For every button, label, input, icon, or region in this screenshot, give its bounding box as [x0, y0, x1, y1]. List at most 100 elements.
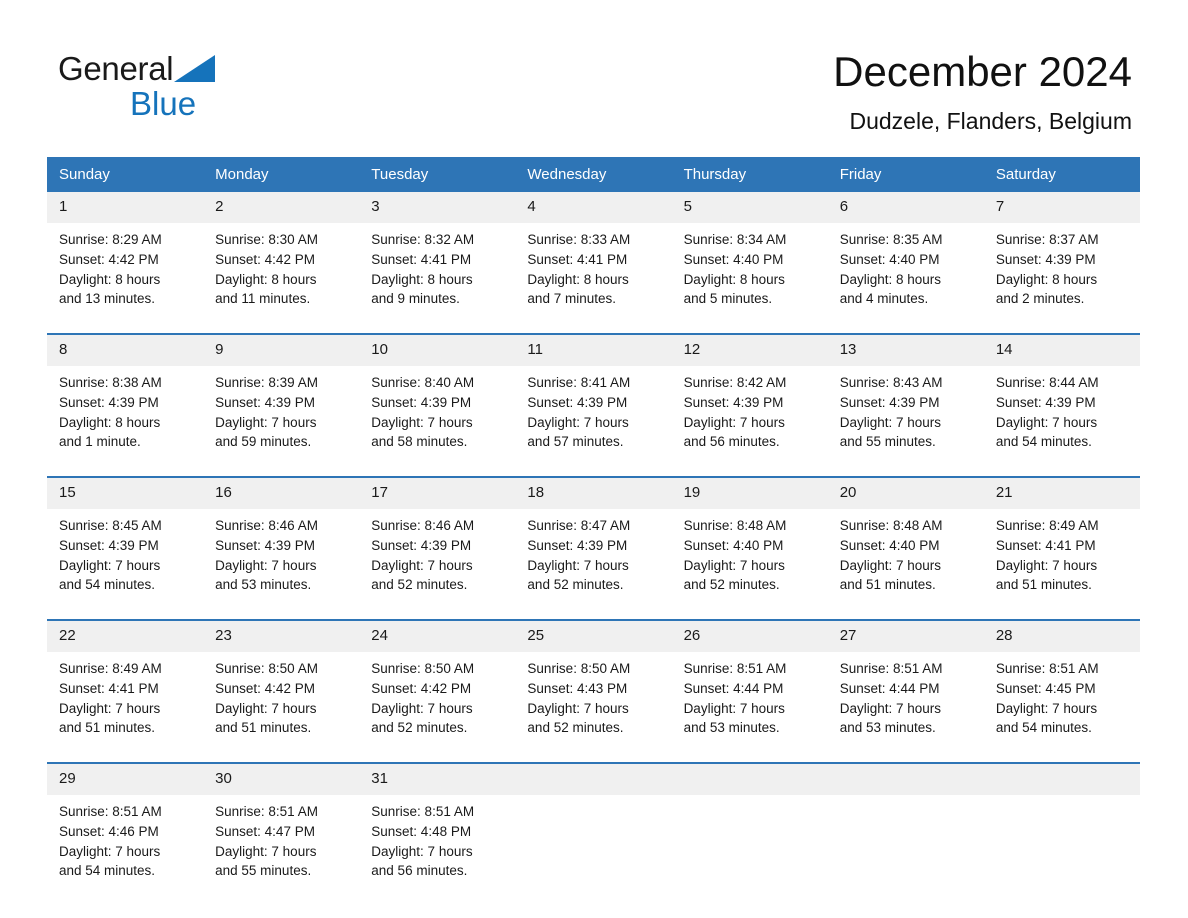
weekday-header-friday: Friday	[827, 157, 984, 192]
daylight-text-line1: Daylight: 8 hours	[839, 271, 942, 287]
week-gap	[47, 745, 1140, 762]
day-number[interactable]: 8	[47, 335, 204, 366]
sunset-text: Sunset: 4:47 PM	[215, 823, 315, 839]
daylight-text-line2: and 53 minutes.	[215, 577, 312, 593]
week-4-daynum-row: 22 23 24 25 26 27 28	[47, 621, 1140, 652]
day-number[interactable]: 12	[671, 335, 828, 366]
logo-word-blue: Blue	[130, 85, 197, 122]
day-number[interactable]: 5	[671, 192, 828, 223]
day-number[interactable]: 4	[515, 192, 672, 223]
daylight-text-line1: Daylight: 7 hours	[683, 414, 785, 430]
daylight-text-line1: Daylight: 7 hours	[839, 557, 942, 573]
sunset-text: Sunset: 4:39 PM	[995, 394, 1096, 410]
daylight-text-line2: and 54 minutes.	[59, 863, 156, 879]
day-cell: Sunrise: 8:51 AM Sunset: 4:45 PM Dayligh…	[983, 652, 1140, 745]
logo-word-general: General	[58, 50, 174, 87]
title-block: December 2024 Dudzele, Flanders, Belgium	[833, 48, 1132, 135]
sunset-text: Sunset: 4:39 PM	[527, 394, 628, 410]
daylight-text-line2: and 4 minutes.	[839, 291, 929, 307]
week-2-daynum-row: 8 9 10 11 12 13 14	[47, 335, 1140, 366]
day-number[interactable]: 26	[671, 621, 828, 652]
general-blue-logo[interactable]: General Blue	[58, 52, 258, 124]
day-number[interactable]: 10	[359, 335, 516, 366]
day-number[interactable]: 18	[515, 478, 672, 509]
empty-day-cell	[827, 795, 984, 888]
daylight-text-line2: and 52 minutes.	[527, 720, 624, 736]
sunrise-text: Sunrise: 8:47 AM	[527, 518, 631, 533]
day-number[interactable]: 1	[47, 192, 204, 223]
day-number[interactable]: 21	[983, 478, 1140, 509]
calendar-body: 1 2 3 4 5 6 7 Sunrise: 8:29 AM Sunset: 4…	[47, 192, 1140, 888]
day-number[interactable]: 24	[359, 621, 516, 652]
sunset-text: Sunset: 4:39 PM	[215, 537, 315, 553]
day-number[interactable]: 27	[827, 621, 984, 652]
day-number[interactable]: 15	[47, 478, 204, 509]
daylight-text-line1: Daylight: 8 hours	[59, 271, 161, 287]
daylight-text-line1: Daylight: 7 hours	[527, 414, 629, 430]
daylight-text-line2: and 5 minutes.	[683, 291, 773, 307]
sunrise-text: Sunrise: 8:48 AM	[683, 518, 787, 533]
daylight-text-line2: and 59 minutes.	[215, 434, 312, 450]
day-number[interactable]: 7	[983, 192, 1140, 223]
day-cell: Sunrise: 8:32 AM Sunset: 4:41 PM Dayligh…	[359, 223, 516, 316]
sunset-text: Sunset: 4:39 PM	[59, 537, 159, 553]
day-number[interactable]: 25	[515, 621, 672, 652]
sunset-text: Sunset: 4:40 PM	[683, 537, 784, 553]
day-number[interactable]: 17	[359, 478, 516, 509]
day-number[interactable]: 31	[359, 764, 516, 795]
day-cell: Sunrise: 8:51 AM Sunset: 4:46 PM Dayligh…	[47, 795, 204, 888]
day-cell: Sunrise: 8:38 AM Sunset: 4:39 PM Dayligh…	[47, 366, 204, 459]
daylight-text-line1: Daylight: 7 hours	[839, 414, 942, 430]
day-number[interactable]: 13	[827, 335, 984, 366]
sunrise-text: Sunrise: 8:50 AM	[371, 661, 475, 676]
day-number[interactable]: 14	[983, 335, 1140, 366]
day-number[interactable]: 20	[827, 478, 984, 509]
sunrise-text: Sunrise: 8:33 AM	[527, 232, 631, 247]
empty-day-number	[983, 764, 1140, 795]
day-cell: Sunrise: 8:29 AM Sunset: 4:42 PM Dayligh…	[47, 223, 204, 316]
sunset-text: Sunset: 4:39 PM	[371, 537, 472, 553]
day-cell: Sunrise: 8:49 AM Sunset: 4:41 PM Dayligh…	[983, 509, 1140, 602]
daylight-text-line1: Daylight: 8 hours	[371, 271, 473, 287]
sunrise-text: Sunrise: 8:41 AM	[527, 375, 631, 390]
sunrise-text: Sunrise: 8:49 AM	[995, 518, 1099, 533]
day-number[interactable]: 6	[827, 192, 984, 223]
week-gap	[47, 602, 1140, 619]
sunrise-text: Sunrise: 8:37 AM	[995, 232, 1099, 247]
day-number[interactable]: 9	[203, 335, 360, 366]
day-number[interactable]: 29	[47, 764, 204, 795]
weekday-header-wednesday: Wednesday	[515, 157, 672, 192]
daylight-text-line2: and 55 minutes.	[839, 434, 936, 450]
daylight-text-line2: and 55 minutes.	[215, 863, 312, 879]
week-gap	[47, 316, 1140, 333]
day-cell: Sunrise: 8:42 AM Sunset: 4:39 PM Dayligh…	[671, 366, 828, 459]
day-cell: Sunrise: 8:51 AM Sunset: 4:44 PM Dayligh…	[827, 652, 984, 745]
day-number[interactable]: 3	[359, 192, 516, 223]
day-number[interactable]: 19	[671, 478, 828, 509]
sunset-text: Sunset: 4:48 PM	[371, 823, 472, 839]
day-number[interactable]: 28	[983, 621, 1140, 652]
day-cell: Sunrise: 8:49 AM Sunset: 4:41 PM Dayligh…	[47, 652, 204, 745]
sunset-text: Sunset: 4:39 PM	[371, 394, 472, 410]
daylight-text-line2: and 13 minutes.	[59, 291, 156, 307]
sunrise-text: Sunrise: 8:45 AM	[59, 518, 162, 533]
daylight-text-line1: Daylight: 7 hours	[59, 557, 161, 573]
day-number[interactable]: 30	[203, 764, 360, 795]
sunrise-text: Sunrise: 8:34 AM	[683, 232, 787, 247]
daylight-text-line1: Daylight: 7 hours	[215, 414, 317, 430]
sunrise-text: Sunrise: 8:51 AM	[215, 804, 318, 819]
day-cell: Sunrise: 8:35 AM Sunset: 4:40 PM Dayligh…	[827, 223, 984, 316]
daylight-text-line2: and 54 minutes.	[995, 434, 1092, 450]
sunset-text: Sunset: 4:39 PM	[527, 537, 628, 553]
sunset-text: Sunset: 4:39 PM	[683, 394, 784, 410]
day-number[interactable]: 22	[47, 621, 204, 652]
sunset-text: Sunset: 4:39 PM	[839, 394, 940, 410]
day-number[interactable]: 11	[515, 335, 672, 366]
day-number[interactable]: 23	[203, 621, 360, 652]
day-cell: Sunrise: 8:51 AM Sunset: 4:48 PM Dayligh…	[359, 795, 516, 888]
day-number[interactable]: 16	[203, 478, 360, 509]
day-number[interactable]: 2	[203, 192, 360, 223]
weekday-header-thursday: Thursday	[671, 157, 828, 192]
week-5-info-row: Sunrise: 8:51 AM Sunset: 4:46 PM Dayligh…	[47, 795, 1140, 888]
daylight-text-line1: Daylight: 7 hours	[683, 557, 785, 573]
